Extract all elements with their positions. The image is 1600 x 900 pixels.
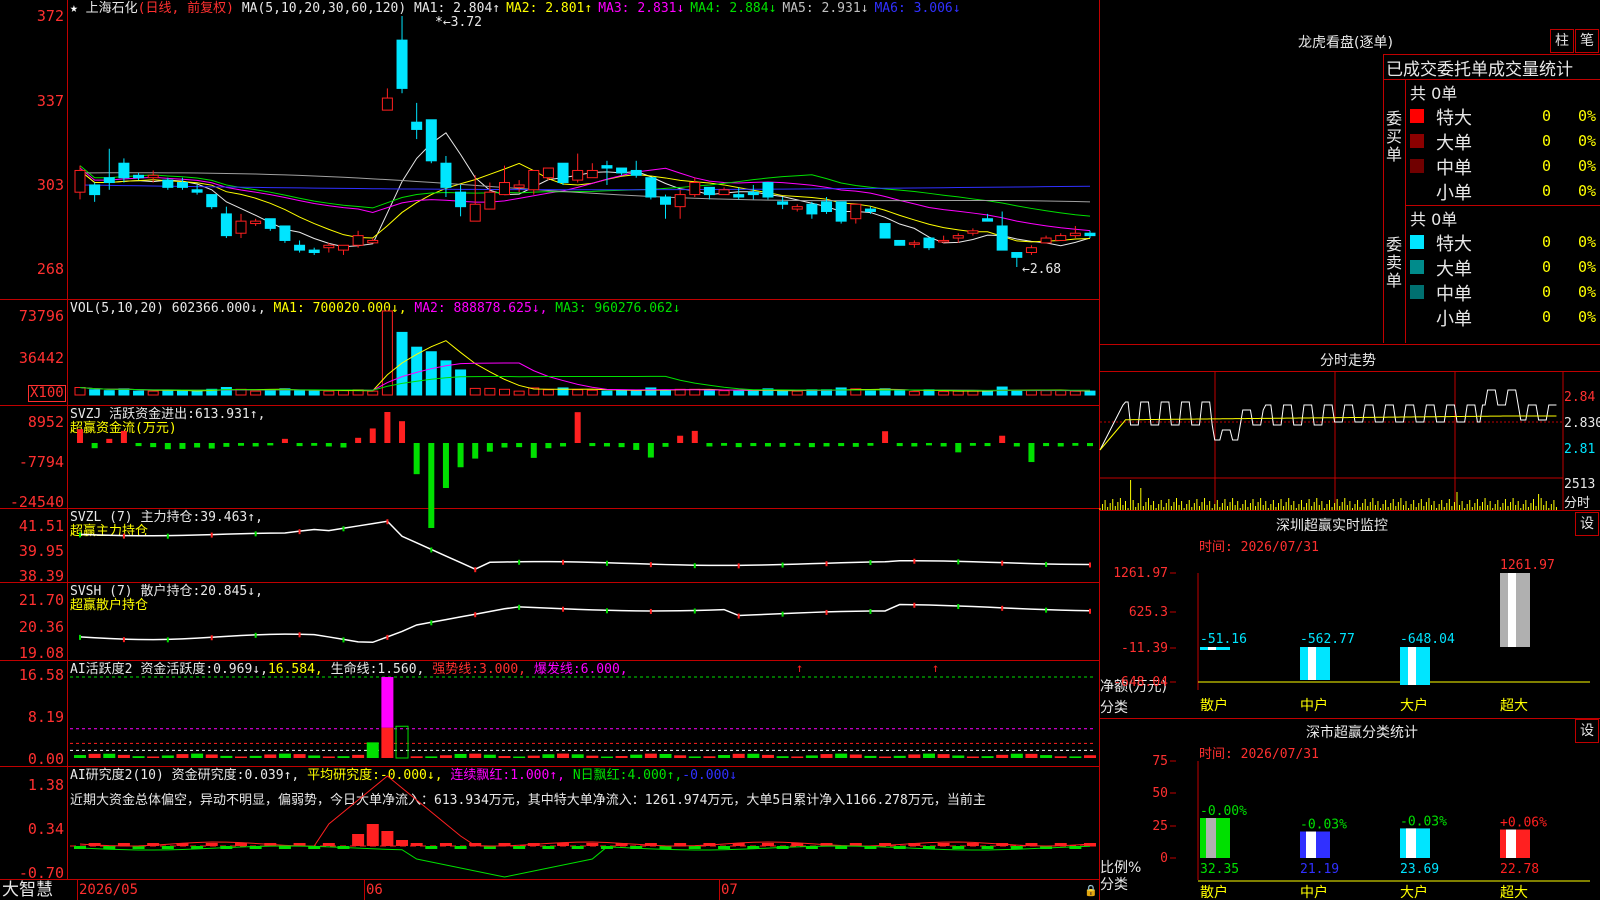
classify-ytick: 0	[1160, 851, 1168, 866]
ratio-change-label: +0.06%	[1500, 816, 1547, 831]
ratio-change-label: -0.00%	[1200, 804, 1247, 819]
ratio-change-label: -0.03%	[1400, 814, 1447, 829]
ratio-value: 23.69	[1400, 862, 1439, 877]
ratio-bar-highlight	[1206, 818, 1216, 858]
ratio-bar-highlight	[1506, 829, 1516, 858]
ratio-bar-chart[interactable]: 75 50 25 0 -0.00% 32.35 散户 -0.03% 21.19 中户 -0.03% 2…	[0, 0, 1600, 900]
ratio-value: 22.78	[1500, 862, 1539, 877]
classify-ytick: 75	[1152, 754, 1168, 769]
ratio-value: 32.35	[1200, 862, 1239, 877]
ratio-change-label: -0.03%	[1300, 818, 1347, 833]
ratio-bar-highlight	[1406, 828, 1416, 858]
ratio-bar-highlight	[1306, 831, 1316, 858]
category-label: 大户	[1400, 884, 1428, 900]
classify-ytick: 50	[1152, 786, 1168, 801]
category-label: 中户	[1300, 884, 1328, 900]
classify-ytick: 25	[1152, 819, 1168, 834]
category-label: 超大	[1500, 885, 1528, 900]
category-label: 散户	[1200, 884, 1228, 900]
ratio-value: 21.19	[1300, 862, 1339, 877]
